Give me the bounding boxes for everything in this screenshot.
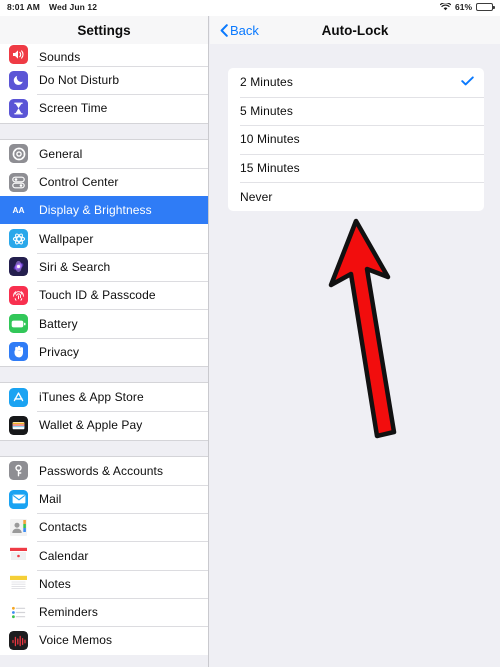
sidebar-item-label: Passwords & Accounts — [39, 463, 164, 478]
sidebar-item-sounds[interactable]: Sounds — [0, 44, 208, 66]
screen-time-icon — [9, 98, 28, 118]
mail-icon — [9, 489, 28, 509]
sidebar-group-separator — [0, 439, 208, 457]
back-button-label: Back — [230, 22, 259, 38]
auto-lock-option-label: 10 Minutes — [240, 132, 300, 147]
ipad-settings-screen: 8:01 AM Wed Jun 12 61% Settings Sounds Do… — [0, 0, 500, 667]
app-store-icon — [9, 387, 28, 407]
sidebar-item-label: Wallpaper — [39, 231, 94, 246]
display-brightness-icon: AA — [9, 200, 28, 220]
sidebar-item-label: Touch ID & Passcode — [39, 288, 156, 303]
control-center-icon — [9, 172, 28, 192]
notes-icon — [9, 574, 28, 594]
sidebar-item-label: General — [39, 146, 83, 161]
sidebar-item-label: Control Center — [39, 175, 119, 190]
sidebar-item-contacts[interactable]: Contacts — [0, 513, 208, 542]
sidebar-item-label: Mail — [39, 492, 62, 506]
auto-lock-option-never[interactable]: Never — [228, 182, 484, 211]
sidebar-item-label: Sounds — [39, 50, 81, 64]
wallet-icon — [9, 415, 28, 435]
sidebar-item-wallpaper[interactable]: Wallpaper — [0, 224, 208, 253]
sidebar-item-label: Wallet & Apple Pay — [39, 418, 143, 433]
sidebar-item-battery[interactable]: Battery — [0, 309, 208, 338]
wallpaper-icon — [9, 229, 28, 249]
siri-search-icon — [9, 257, 28, 277]
sidebar-group-separator — [0, 365, 208, 383]
checkmark-icon — [461, 73, 474, 91]
sidebar-item-wallet-apple-pay[interactable]: Wallet & Apple Pay — [0, 411, 208, 440]
auto-lock-option-label: Never — [240, 189, 273, 204]
wifi-icon — [439, 3, 451, 11]
sidebar-scroll-list[interactable]: Sounds Do Not Disturb Screen Time General Co… — [0, 44, 208, 655]
sidebar-item-control-center[interactable]: Control Center — [0, 167, 208, 197]
navigation-bar: Back Auto-Lock — [210, 16, 500, 44]
sidebar-item-label: iTunes & App Store — [39, 390, 144, 405]
sidebar-group-separator — [0, 122, 208, 140]
general-icon — [9, 144, 28, 164]
sidebar-title: Settings — [77, 22, 131, 38]
sidebar-item-reminders[interactable]: Reminders — [0, 598, 208, 627]
auto-lock-option-label: 15 Minutes — [240, 161, 300, 176]
voice-memos-icon — [9, 630, 28, 650]
sidebar-item-label: Reminders — [39, 605, 98, 620]
passwords-icon — [9, 461, 28, 481]
battery-percent: 61% — [454, 2, 472, 12]
status-bar-left: 8:01 AM Wed Jun 12 — [7, 2, 97, 12]
auto-lock-option-10-minutes[interactable]: 10 Minutes — [228, 125, 484, 154]
auto-lock-option-15-minutes[interactable]: 15 Minutes — [228, 153, 484, 183]
auto-lock-option-label: 2 Minutes — [240, 75, 293, 90]
sidebar-item-label: Notes — [39, 576, 71, 591]
sidebar-group: iTunes & App Store Wallet & Apple Pay — [0, 382, 208, 440]
detail-pane: Back Auto-Lock 2 Minutes 5 Minutes 10 Minu… — [210, 16, 500, 667]
contacts-icon — [9, 517, 28, 537]
reminders-icon — [9, 602, 28, 622]
status-date: Wed Jun 12 — [48, 2, 98, 12]
sidebar-item-do-not-disturb[interactable]: Do Not Disturb — [0, 66, 208, 95]
sidebar-item-label: Voice Memos — [39, 633, 113, 648]
sidebar-item-itunes-app-store[interactable]: iTunes & App Store — [0, 382, 208, 412]
auto-lock-option-label: 5 Minutes — [240, 103, 293, 118]
chevron-left-icon — [220, 23, 228, 37]
sidebar-item-calendar[interactable]: Calendar — [0, 541, 208, 570]
sidebar-item-label: Privacy — [39, 344, 80, 359]
sidebar-header: Settings — [0, 16, 208, 44]
sidebar-item-notes[interactable]: Notes — [0, 569, 208, 599]
sidebar-group: General Control Center AA Display & Brightn… — [0, 139, 208, 366]
sidebar-item-siri-search[interactable]: Siri & Search — [0, 252, 208, 282]
status-bar: 8:01 AM Wed Jun 12 61% — [0, 0, 500, 16]
sidebar-item-general[interactable]: General — [0, 139, 208, 168]
sidebar-group: Passwords & Accounts Mail Contacts Calendar… — [0, 456, 208, 655]
settings-sidebar[interactable]: Settings Sounds Do Not Disturb Screen Time… — [0, 16, 209, 667]
privacy-icon — [9, 342, 28, 362]
sidebar-item-label: Calendar — [39, 548, 89, 563]
battery-settings-icon — [9, 314, 28, 334]
sidebar-item-passwords-accounts[interactable]: Passwords & Accounts — [0, 456, 208, 485]
sidebar-item-label: Screen Time — [39, 101, 108, 116]
sidebar-item-display-brightness[interactable]: AA Display & Brightness — [0, 196, 208, 225]
sidebar-item-mail[interactable]: Mail — [0, 484, 208, 514]
auto-lock-option-5-minutes[interactable]: 5 Minutes — [228, 96, 484, 126]
sounds-icon — [9, 45, 28, 64]
sidebar-item-privacy[interactable]: Privacy — [0, 337, 208, 366]
calendar-icon — [9, 546, 28, 566]
sidebar-item-label: Display & Brightness — [39, 203, 152, 218]
battery-icon — [476, 3, 495, 11]
auto-lock-option-2-minutes[interactable]: 2 Minutes — [228, 68, 484, 97]
sidebar-group: Sounds Do Not Disturb Screen Time — [0, 44, 208, 123]
svg-text:AA: AA — [12, 205, 24, 215]
back-button[interactable]: Back — [220, 23, 259, 38]
status-time: 8:01 AM — [7, 2, 40, 12]
sidebar-item-screen-time[interactable]: Screen Time — [0, 94, 208, 123]
sidebar-item-label: Battery — [39, 316, 78, 331]
status-bar-right: 61% — [439, 2, 495, 12]
auto-lock-options-card[interactable]: 2 Minutes 5 Minutes 10 Minutes 15 Minutes Ne… — [228, 68, 484, 211]
sidebar-item-label: Do Not Disturb — [39, 73, 120, 88]
sidebar-item-label: Siri & Search — [39, 259, 111, 274]
do-not-disturb-icon — [9, 70, 28, 90]
touch-id-passcode-icon — [9, 285, 28, 305]
sidebar-item-voice-memos[interactable]: Voice Memos — [0, 626, 208, 655]
sidebar-item-label: Contacts — [39, 520, 88, 535]
sidebar-item-touch-id-passcode[interactable]: Touch ID & Passcode — [0, 281, 208, 310]
